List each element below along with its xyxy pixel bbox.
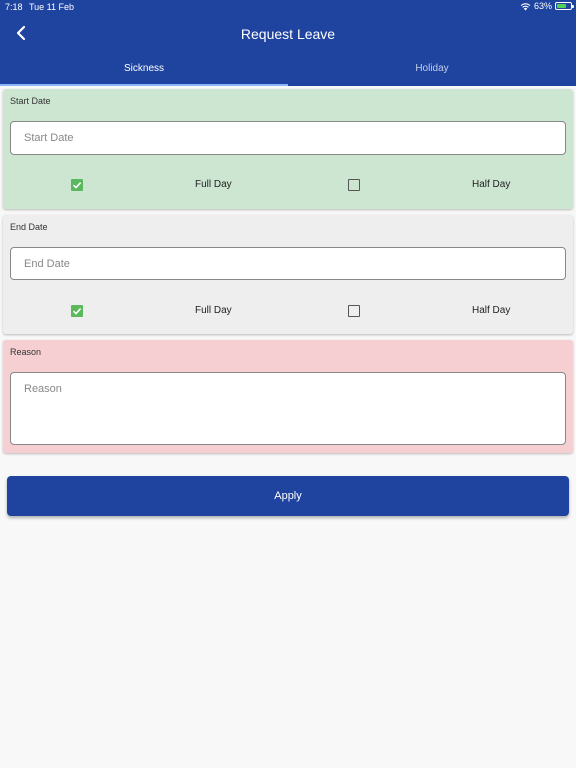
page-title: Request Leave	[240, 26, 336, 42]
end-full-day-label[interactable]: Full Day	[195, 305, 232, 316]
end-full-day-checkbox[interactable]	[71, 305, 83, 317]
tab-bar: Sickness Holiday	[0, 56, 576, 86]
end-half-day-label[interactable]: Half Day	[472, 305, 510, 316]
start-date-card: Start Date Full Day Half Day	[3, 89, 573, 209]
end-date-label: End Date	[10, 222, 48, 232]
apply-button[interactable]: Apply	[7, 476, 569, 516]
wifi-icon	[520, 2, 531, 10]
check-icon	[72, 182, 82, 189]
tab-sickness[interactable]: Sickness	[0, 56, 288, 86]
app-bar: 7:18 Tue 11 Feb 63% Request Leave Sickne…	[0, 0, 576, 86]
status-right: 63%	[520, 1, 574, 11]
reason-card: Reason	[3, 340, 573, 453]
start-date-input[interactable]	[10, 121, 566, 155]
start-half-day-checkbox[interactable]	[348, 179, 360, 191]
end-half-day-checkbox[interactable]	[348, 305, 360, 317]
battery-percent: 63%	[533, 1, 552, 11]
reason-input[interactable]	[10, 372, 566, 445]
end-date-input[interactable]	[10, 247, 566, 280]
status-bar: 7:18 Tue 11 Feb 63%	[0, 0, 576, 14]
status-date: Tue 11 Feb	[29, 2, 75, 12]
end-date-card: End Date Full Day Half Day	[3, 215, 573, 334]
start-date-label: Start Date	[10, 96, 51, 106]
start-full-day-checkbox[interactable]	[71, 179, 83, 191]
check-icon	[72, 308, 82, 315]
status-time: 7:18	[5, 2, 23, 12]
battery-icon	[555, 2, 574, 10]
tab-holiday[interactable]: Holiday	[288, 56, 576, 86]
start-half-day-label[interactable]: Half Day	[472, 179, 510, 190]
start-full-day-label[interactable]: Full Day	[195, 179, 232, 190]
reason-label: Reason	[10, 347, 42, 357]
